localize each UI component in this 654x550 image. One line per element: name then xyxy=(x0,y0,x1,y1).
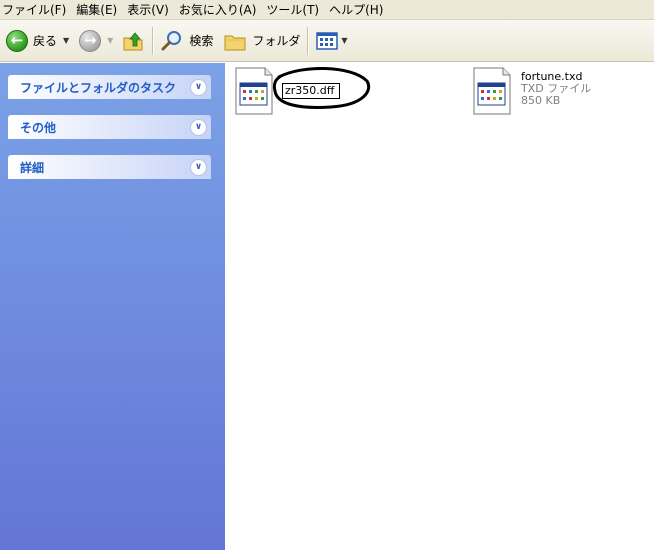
forward-dropdown-icon[interactable]: ▼ xyxy=(107,36,113,45)
panel-title: ファイルとフォルダのタスク xyxy=(20,80,177,95)
file-size: 850 KB xyxy=(521,94,561,107)
application-file-icon xyxy=(235,67,273,115)
chevron-double-down-icon[interactable]: ∨ xyxy=(190,78,207,96)
search-icon xyxy=(161,30,182,50)
folders-button[interactable]: フォルダ xyxy=(220,26,303,56)
toolbar: ← 戻る ▼ → ▼ 検索 フォルダ ▼ xyxy=(0,20,654,62)
back-arrow-icon: ← xyxy=(6,29,28,52)
panel-title: その他 xyxy=(20,120,57,135)
menu-tools[interactable]: ツール(T) xyxy=(262,0,325,20)
views-icon xyxy=(316,31,339,50)
folders-label: フォルダ xyxy=(252,34,301,48)
task-pane: ファイルとフォルダのタスク ∨ その他 ∨ 詳細 ∨ xyxy=(0,63,225,550)
panel-file-folder-tasks[interactable]: ファイルとフォルダのタスク ∨ xyxy=(8,75,211,99)
views-button[interactable]: ▼ xyxy=(312,26,350,56)
panel-title: 詳細 xyxy=(20,160,45,175)
menu-help[interactable]: ヘルプ(H) xyxy=(325,0,389,20)
application-file-icon xyxy=(473,67,511,115)
panel-details[interactable]: 詳細 ∨ xyxy=(8,155,211,179)
file-info: fortune.txd TXD ファイル 850 KB xyxy=(521,71,591,107)
chevron-double-down-icon[interactable]: ∨ xyxy=(190,118,207,136)
chevron-double-down-icon[interactable]: ∨ xyxy=(190,158,207,176)
rename-field[interactable]: zr350.dff xyxy=(282,83,340,99)
views-dropdown-icon[interactable]: ▼ xyxy=(341,36,347,45)
forward-button[interactable]: → ▼ xyxy=(76,26,116,56)
up-folder-button[interactable] xyxy=(118,26,148,56)
search-label: 検索 xyxy=(189,34,214,48)
forward-arrow-icon: → xyxy=(79,29,102,52)
menu-view[interactable]: 表示(V) xyxy=(123,0,175,20)
toolbar-separator xyxy=(152,26,154,55)
back-label: 戻る xyxy=(33,34,58,48)
up-folder-icon xyxy=(123,31,143,50)
menu-edit[interactable]: 編集(E) xyxy=(72,0,123,20)
menu-favorites[interactable]: お気に入り(A) xyxy=(175,0,263,20)
menu-file[interactable]: ファイル(F) xyxy=(0,0,72,20)
panel-other[interactable]: その他 ∨ xyxy=(8,115,211,139)
search-button[interactable]: 検索 xyxy=(157,26,216,56)
file-list-area[interactable]: zr350.dff fortune.txd TXD ファイル 850 KB xyxy=(225,63,654,550)
back-dropdown-icon[interactable]: ▼ xyxy=(63,36,69,45)
folders-icon xyxy=(224,35,246,50)
back-button[interactable]: ← 戻る ▼ xyxy=(3,26,72,56)
toolbar-separator xyxy=(307,26,309,55)
menu-bar: ファイル(F) 編集(E) 表示(V) お気に入り(A) ツール(T) ヘルプ(… xyxy=(0,0,654,20)
